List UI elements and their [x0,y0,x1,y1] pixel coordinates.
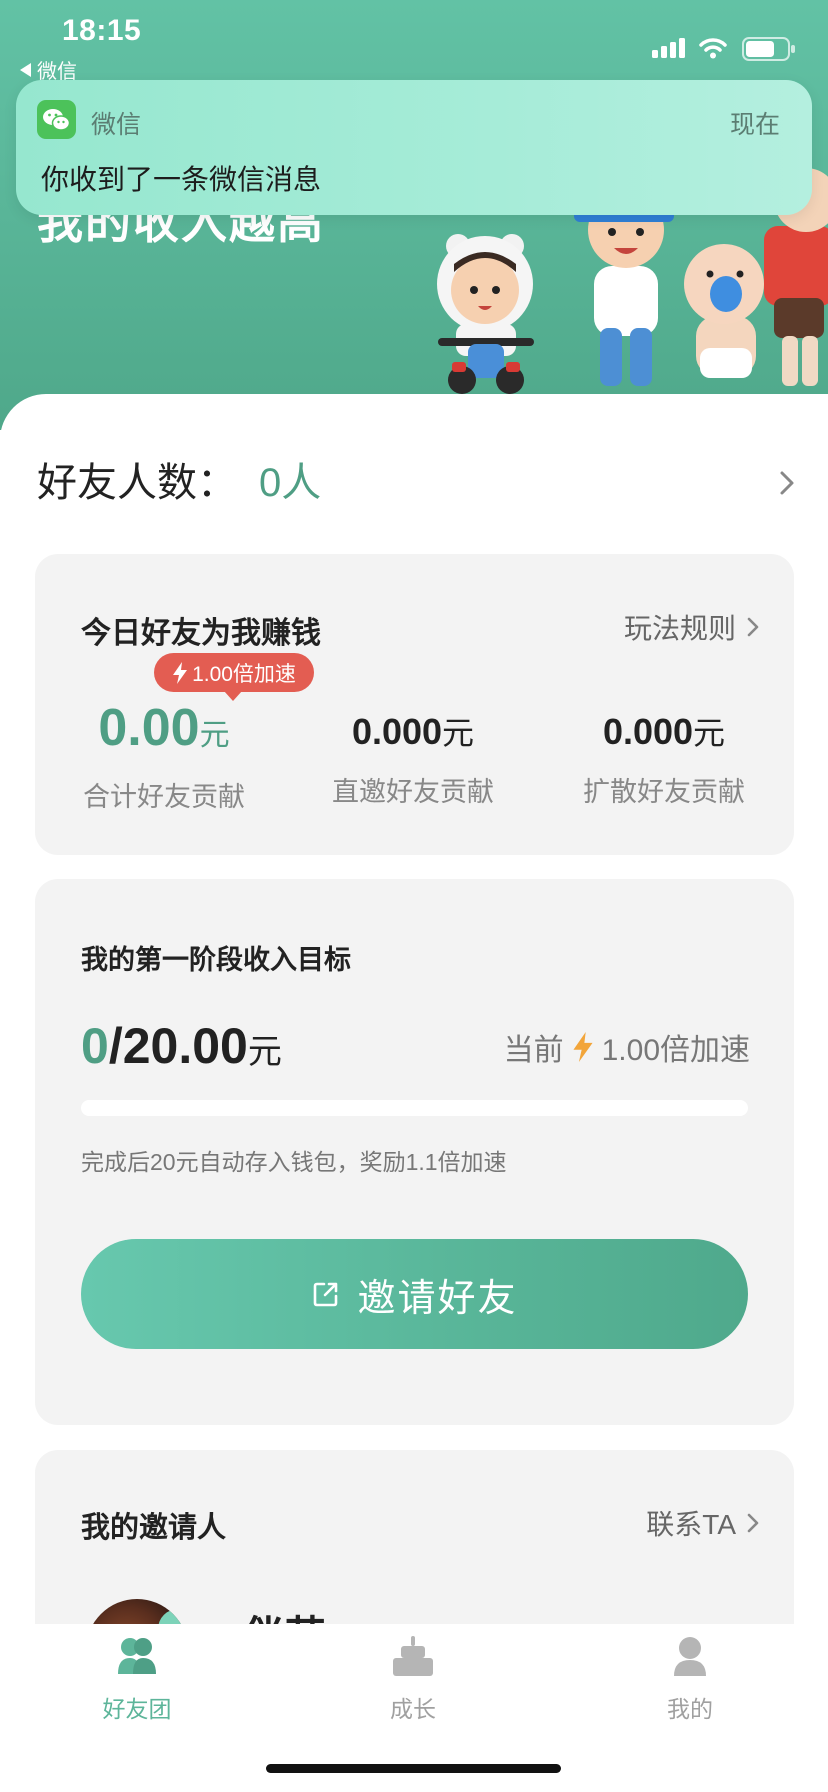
contact-inviter-label: 联系TA [646,1509,736,1540]
stat-spread-label: 扩散好友贡献 [583,777,745,807]
chevron-right-icon [747,617,759,637]
notification-app-name: 微信 [91,111,142,139]
tab-friends-group[interactable]: 好友团 [57,1636,217,1724]
stat-direct-unit: 元 [442,715,475,751]
tab-profile[interactable]: 我的 [610,1636,770,1724]
stat-spread-unit: 元 [693,715,726,751]
growth-icon [393,1636,433,1676]
stat-direct-label: 直邀好友贡献 [332,777,494,807]
goal-unit: 元 [247,1033,282,1071]
tab-profile-label: 我的 [667,1696,713,1722]
tab-friends-group-label: 好友团 [102,1696,172,1722]
today-earnings-title: 今日好友为我赚钱 [81,617,321,650]
rules-link-label: 玩法规则 [623,613,736,644]
back-arrow-icon [20,62,31,77]
current-speed: 当前 1.00倍加速 [504,1025,750,1069]
notification-message: 你收到了一条微信消息 [41,164,322,195]
status-time: 18:15 [62,14,142,47]
invite-friends-label: 邀请好友 [357,1277,518,1320]
stat-total: 0.00元 合计好友贡献 [54,700,274,814]
rules-link[interactable]: 玩法规则 [624,607,760,647]
current-speed-prefix: 当前 [503,1034,564,1067]
goal-target: /20.00 [108,1018,248,1074]
wechat-notification[interactable]: 微信 现在 你收到了一条微信消息 [16,80,812,215]
share-icon [314,1282,338,1307]
wechat-icon [37,100,76,139]
inviter-title: 我的邀请人 [81,1512,227,1544]
friends-count-label: 好友人数： [37,461,237,505]
today-earnings-card: 今日好友为我赚钱 玩法规则 1.00倍加速 0.00元 合计好友贡献 0.000… [35,554,794,855]
tab-growth-label: 成长 [390,1696,436,1722]
stat-total-label: 合计好友贡献 [83,782,245,812]
tab-growth[interactable]: 成长 [333,1636,493,1724]
goal-current: 0 [81,1018,109,1074]
current-speed-value: 1.00倍加速 [601,1034,750,1067]
signal-icon [652,38,685,58]
goal-progress-text: 0/20.00 元 [81,1017,282,1075]
lightning-icon [573,1032,593,1062]
lightning-icon [173,661,188,684]
chevron-right-icon [747,1513,759,1533]
friends-count-row[interactable]: 好友人数： 0人 [37,458,321,508]
battery-icon [742,37,795,61]
home-indicator[interactable] [266,1764,561,1773]
wifi-icon [699,38,727,59]
contact-inviter-link[interactable]: 联系TA [646,1503,760,1543]
goal-note: 完成后20元自动存入钱包，奖励1.1倍加速 [81,1149,507,1175]
stat-direct-value: 0.000 [351,711,443,752]
stat-total-value: 0.00 [98,699,200,757]
goal-progress-bar [81,1100,748,1116]
notification-time: 现在 [729,111,780,139]
income-goal-card: 我的第一阶段收入目标 0/20.00 元 当前 1.00倍加速 完成后20元自动存… [35,879,794,1425]
invite-friends-button[interactable]: 邀请好友 [81,1239,748,1349]
chevron-right-icon[interactable] [778,468,796,498]
speed-badge-label: 1.00倍加速 [192,662,296,686]
stat-spread-value: 0.000 [602,711,694,752]
stat-total-unit: 元 [199,719,230,752]
income-goal-title: 我的第一阶段收入目标 [81,945,351,975]
friends-count-value: 0人 [259,461,322,505]
speed-badge: 1.00倍加速 [154,653,314,701]
stat-spread: 0.000元 扩散好友贡献 [554,700,774,809]
friends-group-icon [118,1638,156,1674]
tab-bar: 好友团 成长 我的 [0,1624,828,1792]
stat-direct: 0.000元 直邀好友贡献 [303,700,523,809]
profile-icon [674,1637,706,1676]
